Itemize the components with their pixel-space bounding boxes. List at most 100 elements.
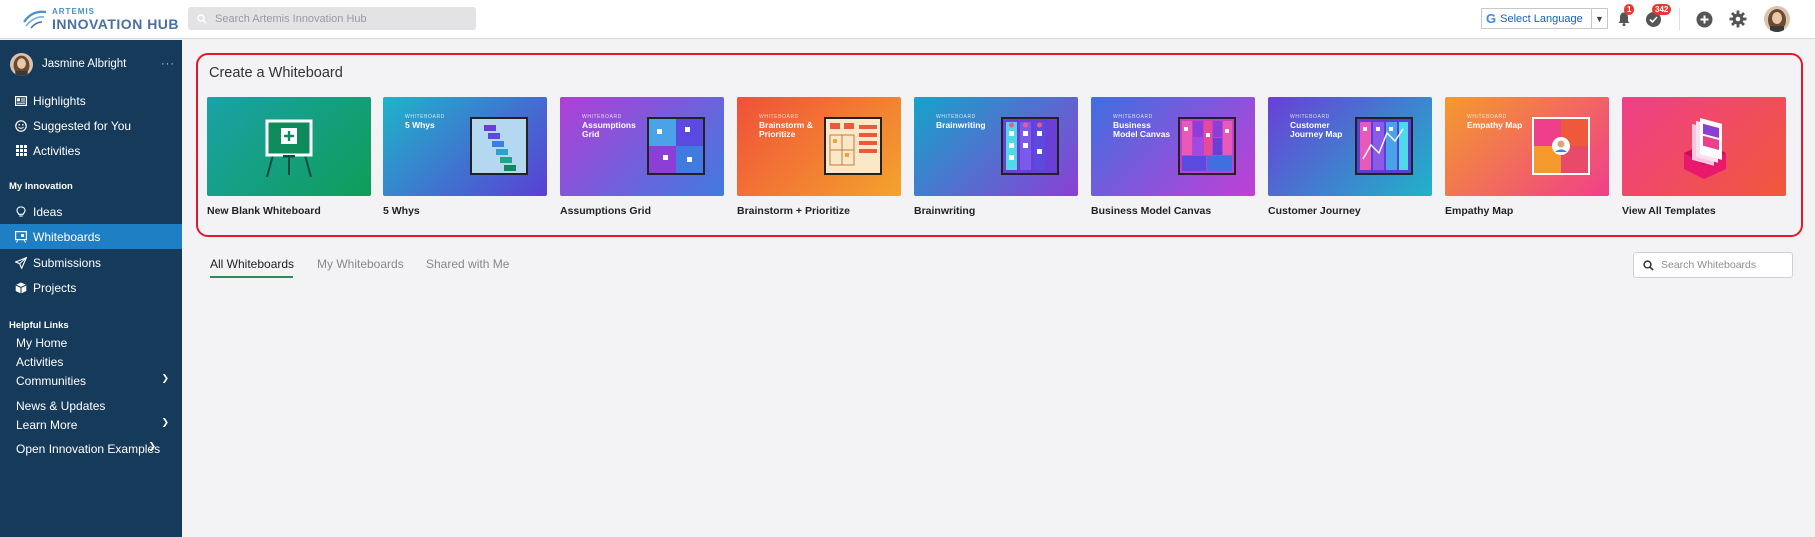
- sidebar-user[interactable]: Jasmine Albright ···: [10, 51, 175, 77]
- user-avatar[interactable]: [1764, 6, 1790, 32]
- header-divider: [1679, 8, 1680, 30]
- smiley-icon: [15, 119, 27, 132]
- search-icon: [197, 13, 207, 24]
- template-card-new-blank[interactable]: New Blank Whiteboard: [207, 97, 371, 217]
- my-innovation-heading: My Innovation: [9, 181, 73, 192]
- link-label: News & Updates: [16, 399, 106, 413]
- template-label: New Blank Whiteboard: [207, 205, 321, 217]
- global-search[interactable]: [188, 7, 476, 30]
- global-search-input[interactable]: [215, 12, 465, 25]
- lightbulb-icon: [15, 205, 27, 218]
- link-label: Learn More: [16, 418, 78, 432]
- sidebar-item-label: Whiteboards: [33, 229, 101, 244]
- active-tab-indicator: [210, 276, 293, 278]
- sidebar-item-label: Projects: [33, 280, 77, 295]
- newspaper-icon: [15, 95, 27, 107]
- template-stack-icon: [1684, 117, 1726, 179]
- template-thumb-name: Empathy Map: [1467, 120, 1523, 130]
- template-card-5-whys[interactable]: WHITEBOARD 5 Whys 5 Whys: [383, 97, 547, 217]
- activity-button[interactable]: 342: [1643, 4, 1672, 29]
- language-select[interactable]: G Select Language ▼: [1481, 8, 1608, 29]
- template-thumbnail: WHITEBOARD Empathy Map: [1445, 97, 1609, 196]
- sidebar-user-name: Jasmine Albright: [42, 58, 127, 70]
- sidebar-item-suggested[interactable]: Suggested for You: [0, 113, 182, 138]
- cube-icon: [15, 282, 27, 294]
- sidebar-item-label: Ideas: [33, 204, 63, 219]
- link-activities[interactable]: Activities: [16, 355, 176, 369]
- sidebar-item-highlights[interactable]: Highlights: [0, 88, 182, 113]
- whiteboard-icon: [15, 230, 27, 243]
- notifications-badge: 1: [1624, 4, 1635, 15]
- template-card-brainwriting[interactable]: WHITEBOARD Brainwriting Brainwriting: [914, 97, 1078, 217]
- app-logo[interactable]: ARTEMIS INNOVATION HUB: [22, 5, 179, 33]
- link-my-home[interactable]: My Home: [16, 336, 176, 350]
- search-icon: [1643, 259, 1654, 271]
- template-frame: [1001, 117, 1059, 175]
- tab-my-whiteboards[interactable]: My Whiteboards: [317, 257, 404, 271]
- link-communities[interactable]: Communities ❯: [16, 373, 176, 388]
- template-thumbnail: [207, 97, 371, 196]
- template-card-customer-journey[interactable]: WHITEBOARD Customer Journey Map Customer…: [1268, 97, 1432, 217]
- tab-all-whiteboards[interactable]: All Whiteboards: [210, 257, 294, 271]
- create-whiteboard-title: Create a Whiteboard: [209, 65, 343, 81]
- template-card-assumptions-grid[interactable]: WHITEBOARD Assumptions Grid Assumptions …: [560, 97, 724, 217]
- template-card-empathy-map[interactable]: WHITEBOARD Empathy Map Empathy Map: [1445, 97, 1609, 217]
- chevron-down-icon: ▼: [1591, 9, 1607, 28]
- template-thumb-name: Brainwriting: [936, 120, 986, 130]
- sidebar-item-activities[interactable]: Activities: [0, 138, 182, 163]
- sidebar-item-projects[interactable]: Projects: [0, 275, 182, 300]
- easel-icon: [265, 119, 313, 177]
- chevron-down-icon: ❯: [148, 441, 156, 451]
- sidebar: Jasmine Albright ··· Highlights Suggeste…: [0, 40, 182, 537]
- template-thumbnail: WHITEBOARD Customer Journey Map: [1268, 97, 1432, 196]
- template-thumbnail: WHITEBOARD Business Model Canvas: [1091, 97, 1255, 196]
- template-frame: [824, 117, 882, 175]
- template-label: Customer Journey: [1268, 205, 1361, 217]
- template-frame: [1532, 117, 1590, 175]
- template-frame: [470, 117, 528, 175]
- template-card-brainstorm-prioritize[interactable]: WHITEBOARD Brainstorm & Prioritize Brain…: [737, 97, 901, 217]
- create-button[interactable]: [1694, 9, 1714, 29]
- link-label: My Home: [16, 336, 68, 350]
- top-bar: ARTEMIS INNOVATION HUB G Select Language…: [0, 0, 1815, 39]
- plus-circle-icon: [1696, 11, 1712, 27]
- link-learn-more[interactable]: Learn More ❯: [16, 417, 176, 432]
- logo-icon: [23, 10, 47, 29]
- whiteboard-search[interactable]: [1633, 252, 1793, 278]
- template-thumbnail: WHITEBOARD Brainstorm & Prioritize: [737, 97, 901, 196]
- logo-small-text: ARTEMIS: [52, 6, 95, 16]
- template-label: Brainstorm + Prioritize: [737, 205, 850, 217]
- template-card-business-model-canvas[interactable]: WHITEBOARD Business Model Canvas Busines…: [1091, 97, 1255, 217]
- template-thumb-name: Customer Journey Map: [1290, 120, 1343, 139]
- settings-button[interactable]: [1728, 9, 1748, 29]
- sidebar-item-ideas[interactable]: Ideas: [0, 199, 182, 224]
- template-label: 5 Whys: [383, 205, 420, 217]
- paper-plane-icon: [15, 256, 27, 269]
- template-card-view-all[interactable]: View All Templates: [1622, 97, 1786, 217]
- template-label: Assumptions Grid: [560, 205, 652, 217]
- grid-icon: [15, 145, 27, 157]
- template-frame: [1355, 117, 1413, 175]
- sidebar-avatar: [10, 52, 33, 76]
- template-label: Business Model Canvas: [1091, 205, 1212, 217]
- template-thumb-name: 5 Whys: [405, 120, 435, 130]
- link-news-updates[interactable]: News & Updates: [16, 399, 176, 413]
- sidebar-item-submissions[interactable]: Submissions: [0, 250, 182, 275]
- whiteboard-search-input[interactable]: [1661, 259, 1791, 271]
- tab-shared-with-me[interactable]: Shared with Me: [426, 257, 509, 271]
- sidebar-item-label: Activities: [33, 143, 81, 158]
- template-thumb-name: Brainstorm & Prioritize: [759, 120, 813, 139]
- template-thumb-name: Assumptions Grid: [582, 120, 636, 139]
- google-g-icon: G: [1486, 11, 1497, 26]
- notifications-button[interactable]: 1: [1614, 4, 1635, 29]
- logo-big-text: INNOVATION HUB: [52, 15, 180, 32]
- link-open-innovation-examples[interactable]: Open Innovation Examples ❯: [16, 441, 176, 456]
- avatar-image: [10, 52, 33, 76]
- sidebar-item-whiteboards[interactable]: Whiteboards: [0, 224, 182, 249]
- template-thumbnail: WHITEBOARD Assumptions Grid: [560, 97, 724, 196]
- more-options-icon[interactable]: ···: [161, 58, 175, 70]
- link-label: Activities: [16, 355, 64, 369]
- activity-badge: 342: [1652, 4, 1672, 15]
- helpful-links-heading: Helpful Links: [9, 320, 69, 331]
- language-label: Select Language: [1500, 12, 1583, 25]
